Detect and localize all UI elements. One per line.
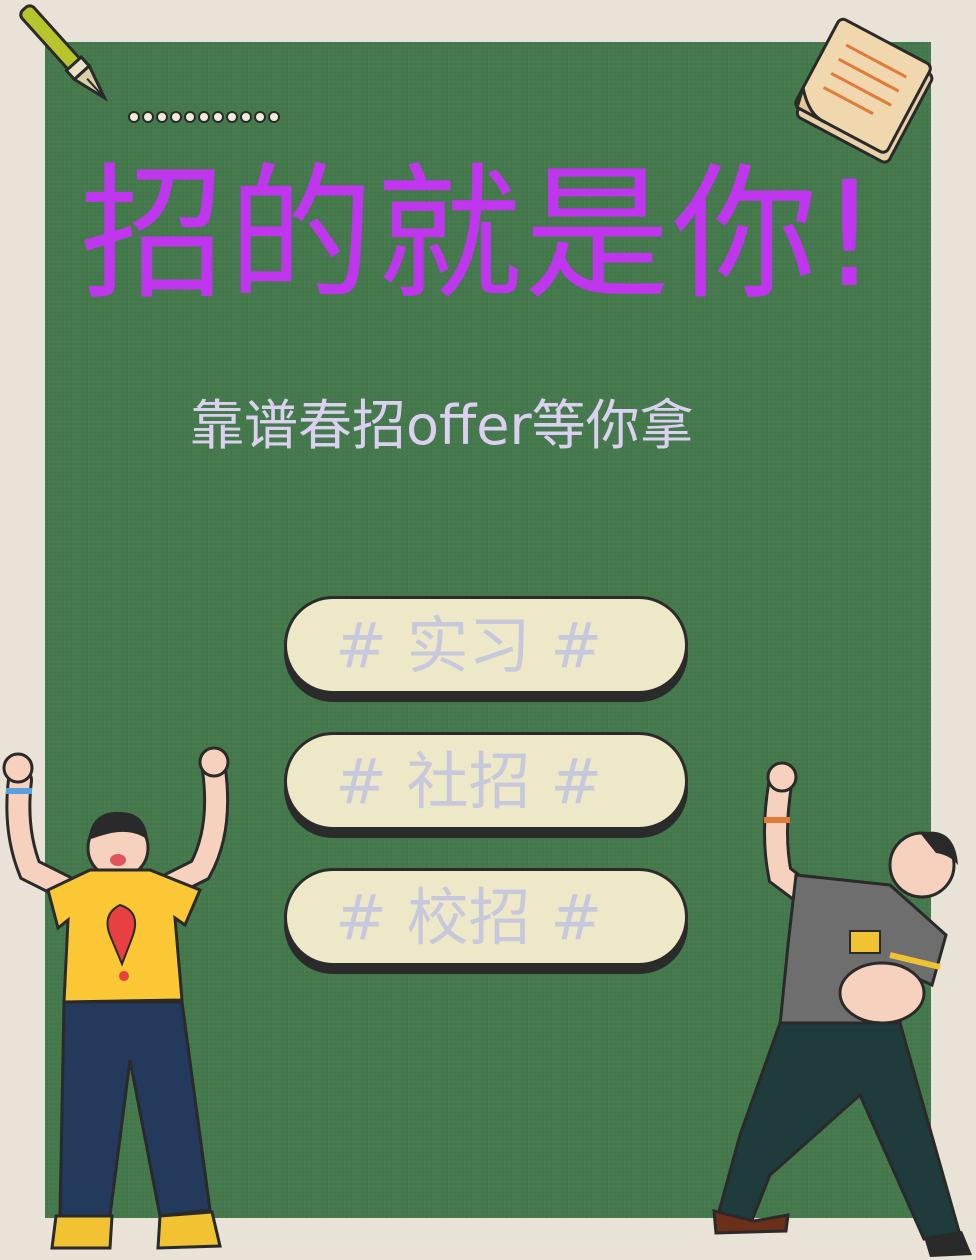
tag-label: # 社招 # [335,745,603,818]
dotted-line-decoration [128,108,282,127]
pointing-man-illustration [712,761,972,1257]
page-title: 招的就是你! [80,150,881,320]
fountain-pen-icon [19,4,109,102]
page-subtitle: 靠谱春招offer等你拿 [190,394,694,457]
tag-campus-recruit-button[interactable]: # 校招 # [284,868,688,966]
cheering-boy-illustration [2,746,230,1250]
tag-internship-button[interactable]: # 实习 # [284,596,688,694]
tag-label: # 校招 # [335,881,603,954]
tag-label: # 实习 # [335,609,603,682]
tag-social-recruit-button[interactable]: # 社招 # [284,732,688,830]
